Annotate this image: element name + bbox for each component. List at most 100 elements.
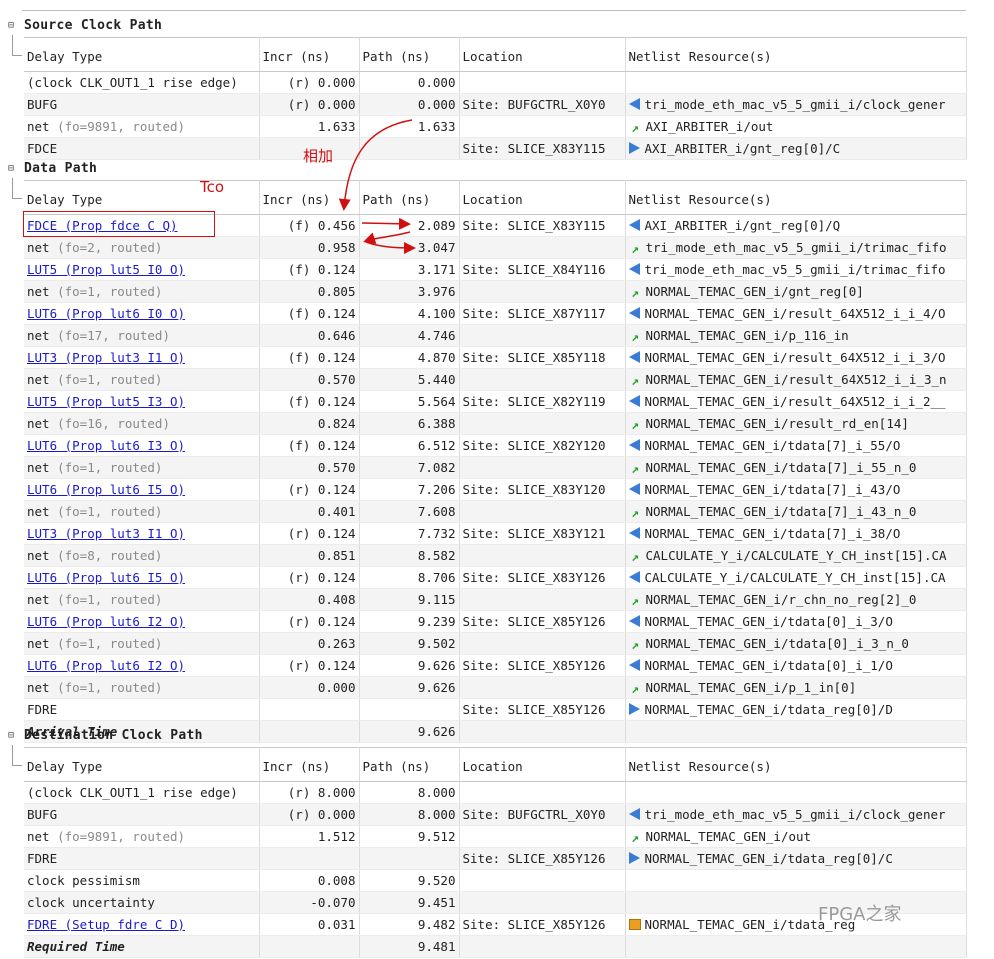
table-row[interactable]: net (fo=1, routed) 0.263 9.502 ↗ NORMAL_TEMA…	[24, 632, 967, 655]
delay-type-link[interactable]: LUT3 (Prop lut3 I1 O)	[27, 526, 185, 541]
table-row[interactable]: FDRE Site: SLICE_X85Y126 NORMAL_TEMAC_GEN_…	[24, 847, 967, 870]
netlist-cell[interactable]: NORMAL_TEMAC_GEN_i/tdata[7]_i_43/O	[625, 478, 967, 501]
netlist-cell[interactable]: NORMAL_TEMAC_GEN_i/tdata_reg[0]/C	[625, 847, 967, 870]
column-header-delay-type[interactable]: Delay Type	[24, 37, 260, 72]
source-clock-header[interactable]: ⊟ Source Clock Path	[0, 17, 966, 37]
table-row[interactable]: LUT5 (Prop lut5 I0 O) (f) 0.124 3.171 Site:…	[24, 258, 967, 281]
netlist-cell[interactable]: AXI_ARBITER_i/gnt_reg[0]/C	[625, 137, 967, 160]
netlist-cell[interactable]	[625, 71, 967, 94]
table-row[interactable]: net (fo=9891, routed) 1.633 1.633 ↗ AXI_ARBI…	[24, 115, 967, 138]
delay-type-link[interactable]: LUT6 (Prop lut6 I3 O)	[27, 438, 185, 453]
delay-type-link[interactable]: LUT6 (Prop lut6 I2 O)	[27, 658, 185, 673]
netlist-cell[interactable]: NORMAL_TEMAC_GEN_i/result_64X512_i_i_4/O	[625, 302, 967, 325]
netlist-cell[interactable]: tri_mode_eth_mac_v5_5_gmii_i/trimac_fifo	[625, 258, 967, 281]
netlist-cell[interactable]: ↗ NORMAL_TEMAC_GEN_i/result_64X512_i_i_3_…	[625, 368, 967, 391]
table-row[interactable]: LUT6 (Prop lut6 I5 O) (r) 0.124 7.206 Site:…	[24, 478, 967, 501]
table-row[interactable]: net (fo=8, routed) 0.851 8.582 ↗ CALCULATE_Y…	[24, 544, 967, 567]
table-row[interactable]: net (fo=1, routed) 0.000 9.626 ↗ NORMAL_TEMA…	[24, 676, 967, 699]
delay-type-cell[interactable]: LUT3 (Prop lut3 I1 O)	[24, 346, 260, 369]
collapse-icon[interactable]: ⊟	[8, 21, 14, 31]
netlist-cell[interactable]: ↗ NORMAL_TEMAC_GEN_i/gnt_reg[0]	[625, 280, 967, 303]
netlist-cell[interactable]: ↗ tri_mode_eth_mac_v5_5_gmii_i/trimac_fif…	[625, 236, 967, 259]
column-header-path[interactable]: Path (ns)	[359, 747, 460, 782]
column-header-location[interactable]: Location	[459, 180, 626, 215]
delay-type-link[interactable]: LUT3 (Prop lut3 I1 O)	[27, 350, 185, 365]
delay-type-link[interactable]: LUT6 (Prop lut6 I5 O)	[27, 570, 185, 585]
delay-type-link[interactable]: LUT5 (Prop lut5 I3 O)	[27, 394, 185, 409]
delay-type-cell[interactable]: LUT5 (Prop lut5 I3 O)	[24, 390, 260, 413]
netlist-cell[interactable]: ↗ NORMAL_TEMAC_GEN_i/out	[625, 825, 967, 848]
netlist-cell[interactable]	[625, 891, 967, 914]
table-row[interactable]: clock pessimism 0.008 9.520	[24, 869, 967, 892]
netlist-cell[interactable]: NORMAL_TEMAC_GEN_i/tdata_reg[0]/D	[625, 698, 967, 721]
netlist-cell[interactable]: NORMAL_TEMAC_GEN_i/tdata[0]_i_1/O	[625, 654, 967, 677]
table-row[interactable]: net (fo=1, routed) 0.805 3.976 ↗ NORMAL_TEMA…	[24, 280, 967, 303]
netlist-cell[interactable]: ↗ NORMAL_TEMAC_GEN_i/tdata[0]_i_3_n_0	[625, 632, 967, 655]
column-header-incr[interactable]: Incr (ns)	[259, 180, 360, 215]
table-row[interactable]: LUT6 (Prop lut6 I3 O) (f) 0.124 6.512 Site:…	[24, 434, 967, 457]
table-row[interactable]: (clock CLK_OUT1_1 rise edge) (r) 0.000 0.0…	[24, 71, 967, 94]
netlist-cell[interactable]: ↗ CALCULATE_Y_i/CALCULATE_Y_CH_inst[15].C…	[625, 544, 967, 567]
table-row[interactable]: BUFG (r) 0.000 0.000 Site: BUFGCTRL_X0Y0 tri…	[24, 93, 967, 116]
delay-type-link[interactable]: FDRE (Setup fdre C D)	[27, 917, 185, 932]
delay-type-cell[interactable]: LUT6 (Prop lut6 I3 O)	[24, 434, 260, 457]
table-row[interactable]: net (fo=1, routed) 0.401 7.608 ↗ NORMAL_TEMA…	[24, 500, 967, 523]
column-header-incr[interactable]: Incr (ns)	[259, 37, 360, 72]
delay-type-cell[interactable]: FDRE (Setup fdre C D)	[24, 913, 260, 936]
netlist-cell[interactable]	[625, 869, 967, 892]
netlist-cell[interactable]: ↗ NORMAL_TEMAC_GEN_i/result_rd_en[14]	[625, 412, 967, 435]
table-row[interactable]: LUT6 (Prop lut6 I0 O) (f) 0.124 4.100 Site:…	[24, 302, 967, 325]
netlist-cell[interactable]: ↗ NORMAL_TEMAC_GEN_i/tdata[7]_i_43_n_0	[625, 500, 967, 523]
table-row[interactable]: net (fo=17, routed) 0.646 4.746 ↗ NORMAL_TEM…	[24, 324, 967, 347]
table-row[interactable]: LUT6 (Prop lut6 I2 O) (r) 0.124 9.239 Site:…	[24, 610, 967, 633]
delay-type-cell[interactable]: LUT6 (Prop lut6 I0 O)	[24, 302, 260, 325]
delay-type-cell[interactable]: LUT3 (Prop lut3 I1 O)	[24, 522, 260, 545]
column-header-location[interactable]: Location	[459, 37, 626, 72]
delay-type-link[interactable]: LUT6 (Prop lut6 I2 O)	[27, 614, 185, 629]
netlist-cell[interactable]: ↗ NORMAL_TEMAC_GEN_i/tdata[7]_i_55_n_0	[625, 456, 967, 479]
collapse-icon[interactable]: ⊟	[8, 164, 14, 174]
delay-type-link[interactable]: LUT6 (Prop lut6 I0 O)	[27, 306, 185, 321]
table-row[interactable]: FDRE Site: SLICE_X85Y126 NORMAL_TEMAC_GEN_…	[24, 698, 967, 721]
column-header-path[interactable]: Path (ns)	[359, 180, 460, 215]
netlist-cell[interactable]: tri_mode_eth_mac_v5_5_gmii_i/clock_gener	[625, 803, 967, 826]
netlist-cell[interactable]: NORMAL_TEMAC_GEN_i/tdata[7]_i_55/O	[625, 434, 967, 457]
table-row[interactable]: net (fo=1, routed) 0.570 7.082 ↗ NORMAL_TEMA…	[24, 456, 967, 479]
netlist-cell[interactable]: tri_mode_eth_mac_v5_5_gmii_i/clock_gener	[625, 93, 967, 116]
dest-clock-header[interactable]: ⊟ Destination Clock Path	[0, 727, 966, 747]
delay-type-link[interactable]: LUT5 (Prop lut5 I0 O)	[27, 262, 185, 277]
netlist-cell[interactable]	[625, 935, 967, 958]
netlist-cell[interactable]: NORMAL_TEMAC_GEN_i/tdata[0]_i_3/O	[625, 610, 967, 633]
netlist-cell[interactable]: ↗ NORMAL_TEMAC_GEN_i/p_1_in[0]	[625, 676, 967, 699]
netlist-cell[interactable]: ↗ NORMAL_TEMAC_GEN_i/p_116_in	[625, 324, 967, 347]
table-row[interactable]: Required Time 9.481	[24, 935, 967, 958]
column-header-netlist[interactable]: Netlist Resource(s)	[625, 747, 967, 782]
delay-type-cell[interactable]: LUT6 (Prop lut6 I2 O)	[24, 610, 260, 633]
column-header-incr[interactable]: Incr (ns)	[259, 747, 360, 782]
column-header-location[interactable]: Location	[459, 747, 626, 782]
netlist-cell[interactable]: ↗ NORMAL_TEMAC_GEN_i/r_chn_no_reg[2]_0	[625, 588, 967, 611]
table-row[interactable]: net (fo=9891, routed) 1.512 9.512 ↗ NORMAL_T…	[24, 825, 967, 848]
delay-type-cell[interactable]: LUT5 (Prop lut5 I0 O)	[24, 258, 260, 281]
delay-type-link[interactable]: LUT6 (Prop lut6 I5 O)	[27, 482, 185, 497]
netlist-cell[interactable]: CALCULATE_Y_i/CALCULATE_Y_CH_inst[15].CA	[625, 566, 967, 589]
table-row[interactable]: LUT6 (Prop lut6 I5 O) (r) 0.124 8.706 Site:…	[24, 566, 967, 589]
netlist-cell[interactable]: NORMAL_TEMAC_GEN_i/result_64X512_i_i_2__	[625, 390, 967, 413]
delay-type-cell[interactable]: LUT6 (Prop lut6 I5 O)	[24, 566, 260, 589]
netlist-cell[interactable]: NORMAL_TEMAC_GEN_i/result_64X512_i_i_3/O	[625, 346, 967, 369]
netlist-cell[interactable]: NORMAL_TEMAC_GEN_i/tdata[7]_i_38/O	[625, 522, 967, 545]
table-row[interactable]: net (fo=2, routed) 0.958 3.047 ↗ tri_mode_et…	[24, 236, 967, 259]
delay-type-cell[interactable]: LUT6 (Prop lut6 I2 O)	[24, 654, 260, 677]
table-row[interactable]: (clock CLK_OUT1_1 rise edge) (r) 8.000 8.0…	[24, 781, 967, 804]
table-row[interactable]: LUT6 (Prop lut6 I2 O) (r) 0.124 9.626 Site:…	[24, 654, 967, 677]
netlist-cell[interactable]: AXI_ARBITER_i/gnt_reg[0]/Q	[625, 214, 967, 237]
netlist-cell[interactable]: NORMAL_TEMAC_GEN_i/tdata_reg	[625, 913, 967, 936]
column-header-delay-type[interactable]: Delay Type	[24, 747, 260, 782]
delay-type-cell[interactable]: LUT6 (Prop lut6 I5 O)	[24, 478, 260, 501]
table-row[interactable]: BUFG (r) 0.000 8.000 Site: BUFGCTRL_X0Y0 tri…	[24, 803, 967, 826]
column-header-netlist[interactable]: Netlist Resource(s)	[625, 180, 967, 215]
netlist-cell[interactable]: ↗ AXI_ARBITER_i/out	[625, 115, 967, 138]
table-row[interactable]: LUT3 (Prop lut3 I1 O) (f) 0.124 4.870 Site:…	[24, 346, 967, 369]
table-row[interactable]: net (fo=1, routed) 0.408 9.115 ↗ NORMAL_TEMA…	[24, 588, 967, 611]
table-row[interactable]: net (fo=16, routed) 0.824 6.388 ↗ NORMAL_TEM…	[24, 412, 967, 435]
